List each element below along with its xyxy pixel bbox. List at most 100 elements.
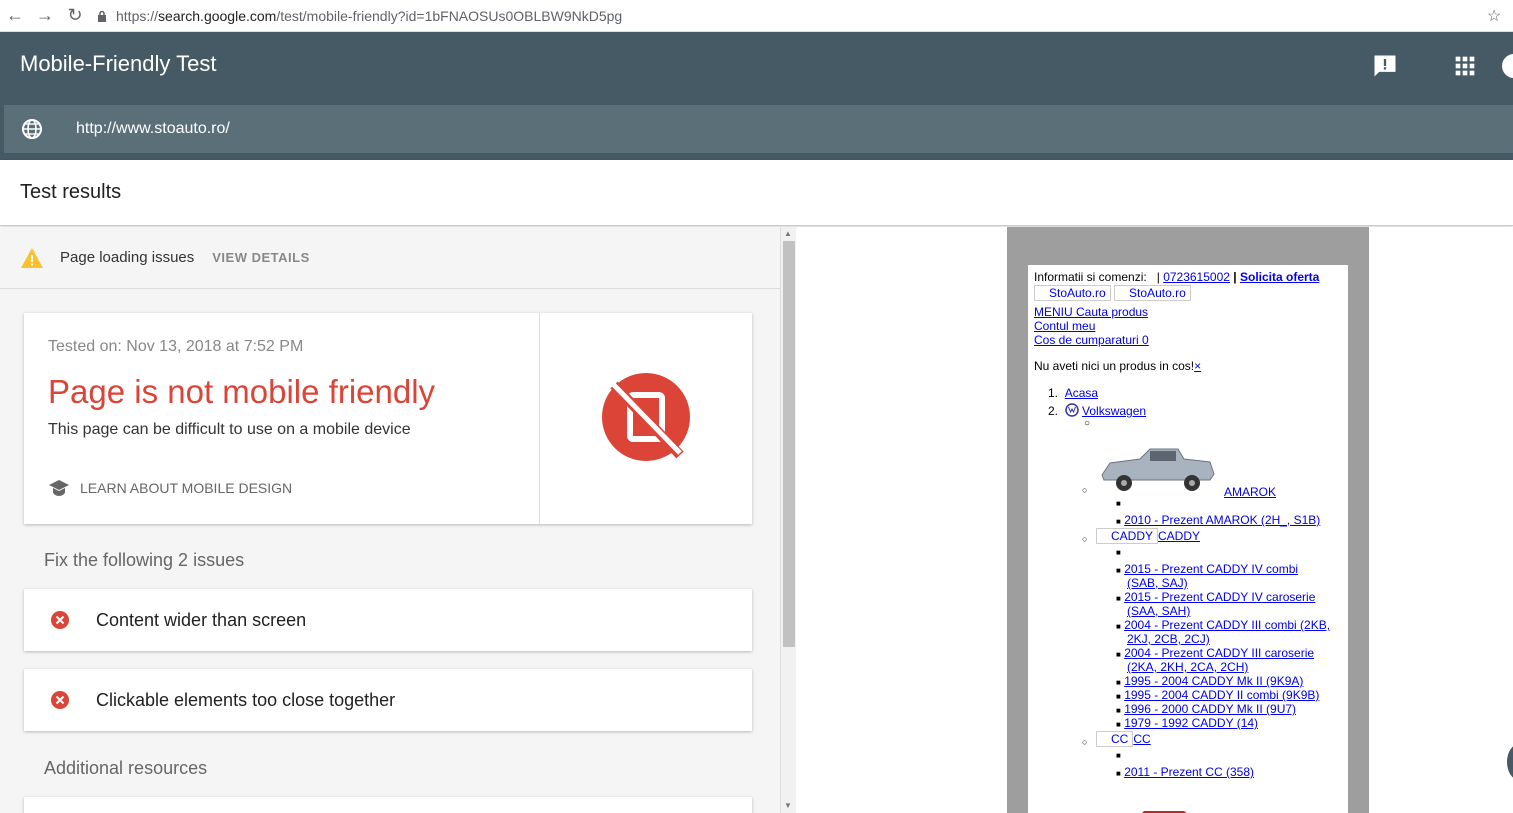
bullet-icon: ○: [1082, 534, 1088, 544]
scroll-thumb[interactable]: [783, 241, 795, 647]
feedback-icon[interactable]: [1371, 52, 1399, 80]
issue-label: Content wider than screen: [96, 609, 307, 630]
separator: |: [1233, 270, 1237, 284]
browser-toolbar: ← → ↻ https://search.google.com/test/mob…: [0, 0, 1513, 32]
scroll-up-icon[interactable]: ▲: [784, 229, 792, 238]
learn-mobile-design-link[interactable]: LEARN ABOUT MOBILE DESIGN: [48, 479, 292, 497]
cc-car-icon[interactable]: [1120, 795, 1220, 813]
tested-url: http://www.stoauto.ro/: [76, 120, 230, 137]
vw-logo-icon: [1064, 403, 1079, 417]
school-cap-icon: [49, 480, 69, 496]
url-host: search.google.com: [158, 7, 277, 24]
bullet-icon: ■: [1116, 594, 1121, 603]
address-bar[interactable]: https://search.google.com/test/mobile-fr…: [96, 1, 1479, 31]
tested-on-date: Tested on: Nov 13, 2018 at 7:52 PM: [48, 338, 304, 355]
error-icon: [51, 691, 69, 709]
bullet-icon: ■: [1116, 566, 1121, 575]
issue-content-wider[interactable]: Content wider than screen: [24, 589, 752, 651]
bullet-icon: ■: [1116, 706, 1121, 715]
app-title: Mobile-Friendly Test: [20, 51, 217, 76]
cc-link[interactable]: CC: [1133, 732, 1150, 746]
caddy-item-link[interactable]: 2004 - Prezent CADDY III caroserie: [1124, 646, 1314, 660]
crumb-home-link[interactable]: Acasa: [1065, 386, 1098, 400]
caddy-item-link[interactable]: 2015 - Prezent CADDY IV caroserie: [1124, 590, 1315, 604]
bookmark-star-icon[interactable]: ☆: [1479, 6, 1509, 26]
account-avatar-icon[interactable]: [1500, 52, 1513, 80]
amarok-link[interactable]: AMAROK: [1224, 485, 1276, 499]
verdict-card: Tested on: Nov 13, 2018 at 7:52 PM Page …: [24, 313, 752, 524]
caddy-item-link[interactable]: 2015 - Prezent CADDY IV combi: [1124, 562, 1298, 576]
info-label: Informatii si comenzi:: [1034, 270, 1147, 284]
bullet-icon: ■: [1116, 769, 1121, 778]
bullet-icon: ○: [1084, 418, 1091, 429]
forward-icon[interactable]: →: [30, 1, 60, 31]
lock-icon: [98, 10, 106, 22]
bullet-icon: ■: [1116, 622, 1121, 631]
crumb-volkswagen-link[interactable]: Volkswagen: [1082, 404, 1146, 418]
separator: |: [1156, 270, 1160, 284]
url-input-row[interactable]: http://www.stoauto.ro/: [4, 105, 1513, 153]
logo-image-1[interactable]: StoAuto.ro: [1034, 285, 1111, 301]
bullet-icon: ■: [1116, 678, 1121, 687]
issue-label: Clickable elements too close together: [96, 689, 396, 710]
crumb-number: 1.: [1048, 386, 1059, 400]
app-header: Mobile-Friendly Test http://www.stoauto.…: [0, 32, 1513, 160]
caddy-item-link[interactable]: (SAA, SAH): [1127, 604, 1190, 618]
results-panel: Page loading issues VIEW DETAILS Tested …: [0, 227, 780, 813]
additional-resources-card[interactable]: [24, 797, 752, 813]
amarok-item-link[interactable]: 2010 - Prezent AMAROK (2H_, S1B): [1124, 513, 1320, 527]
bullet-icon: ■: [1116, 517, 1121, 526]
bullet-icon: ■: [1116, 650, 1121, 659]
page-loading-issues-label: Page loading issues: [60, 249, 195, 266]
cc-image[interactable]: CC: [1096, 731, 1134, 747]
back-icon[interactable]: ←: [0, 1, 30, 31]
logo-image-2[interactable]: StoAuto.ro: [1114, 285, 1191, 301]
fix-issues-heading: Fix the following 2 issues: [44, 550, 245, 570]
bullet-icon: ■: [1116, 548, 1121, 557]
url-path: /test/mobile-friendly?id=1bFNAOSUs0OBLBW…: [276, 7, 623, 24]
crumb-number: 2.: [1048, 404, 1059, 418]
learn-mobile-design-label: LEARN ABOUT MOBILE DESIGN: [80, 480, 293, 496]
caddy-item-link[interactable]: (2KA, 2KH, 2CA, 2CH): [1127, 660, 1248, 674]
caddy-item-link[interactable]: 1979 - 1992 CADDY (14): [1124, 716, 1258, 730]
bullet-icon: ○: [1082, 737, 1088, 747]
scroll-down-icon[interactable]: ▼: [784, 801, 792, 810]
caddy-item-link[interactable]: 2KJ, 2CB, 2CJ): [1127, 632, 1210, 646]
bullet-icon: ○: [1082, 485, 1088, 495]
caddy-item-link[interactable]: 1996 - 2000 CADDY Mk II (9U7): [1124, 702, 1296, 716]
verdict-text-section: Tested on: Nov 13, 2018 at 7:52 PM Page …: [24, 313, 540, 524]
phone-link[interactable]: 0723615002: [1163, 270, 1230, 284]
menu-link[interactable]: MENIU Cauta produs: [1034, 305, 1148, 319]
cart-link[interactable]: Cos de cumparaturi 0: [1034, 333, 1149, 347]
verdict-subtitle: This page can be difficult to use on a m…: [48, 421, 411, 438]
empty-cart-text: Nu aveti nici un produs in cos!: [1034, 359, 1195, 373]
mobile-preview-screen[interactable]: Informatii si comenzi: | 0723615002 | So…: [1028, 265, 1348, 813]
caddy-item-link[interactable]: (SAB, SAJ): [1127, 576, 1188, 590]
error-icon: [51, 611, 69, 629]
caddy-link[interactable]: CADDY: [1158, 529, 1200, 543]
cc-item-link[interactable]: 2011 - Prezent CC (358): [1124, 765, 1254, 779]
reload-icon[interactable]: ↻: [60, 1, 90, 31]
amarok-car-icon[interactable]: [1096, 445, 1220, 495]
caddy-item-link[interactable]: 1995 - 2004 CADDY II combi (9K9B): [1124, 688, 1319, 702]
account-link[interactable]: Contul meu: [1034, 319, 1095, 333]
url-prefix: https://: [116, 7, 159, 24]
view-details-button[interactable]: VIEW DETAILS: [212, 250, 309, 265]
bullet-icon: ■: [1116, 692, 1121, 701]
phone-frame: Informatii si comenzi: | 0723615002 | So…: [1007, 227, 1369, 813]
apps-grid-icon[interactable]: [1451, 52, 1479, 80]
verdict-title: Page is not mobile friendly: [48, 373, 436, 410]
caddy-item-link[interactable]: 2004 - Prezent CADDY III combi (2KB,: [1124, 618, 1330, 632]
close-cart-link[interactable]: ×: [1194, 359, 1201, 373]
results-header: Test results: [0, 160, 1513, 226]
caddy-image[interactable]: CADDY: [1096, 528, 1159, 544]
globe-icon: [22, 119, 42, 139]
caddy-item-link[interactable]: 1995 - 2004 CADDY Mk II (9K9A): [1124, 674, 1303, 688]
issue-clickable-too-close[interactable]: Clickable elements too close together: [24, 669, 752, 731]
bullet-icon: ■: [1116, 751, 1121, 760]
results-heading: Test results: [20, 181, 122, 203]
not-mobile-friendly-icon: [602, 373, 690, 461]
preview-panel: Informatii si comenzi: | 0723615002 | So…: [797, 227, 1513, 813]
results-scrollbar[interactable]: ▲ ▼: [780, 227, 796, 813]
offer-link[interactable]: Solicita oferta: [1240, 270, 1319, 284]
